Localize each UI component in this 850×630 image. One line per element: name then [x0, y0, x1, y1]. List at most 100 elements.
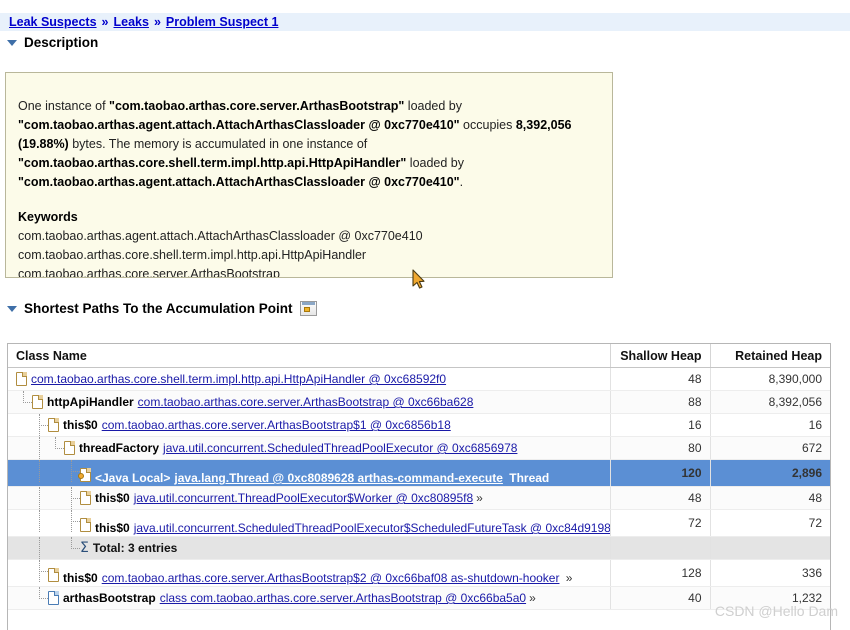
table-row[interactable]: this$0 java.util.concurrent.ThreadPoolExe… — [8, 486, 830, 510]
tree-guide-blank — [16, 537, 32, 559]
row-suffix: » — [476, 491, 483, 505]
tree-indent-guides — [16, 587, 48, 609]
class-reference-link[interactable]: com.taobao.arthas.core.server.ArthasBoot… — [102, 418, 451, 432]
desc-frag-4: bytes. The memory is accumulated in one … — [68, 137, 368, 151]
section-header-shortest-paths[interactable]: Shortest Paths To the Accumulation Point — [7, 301, 317, 316]
object-icon — [64, 441, 75, 455]
table-row[interactable]: this$0 com.taobao.arthas.core.server.Arth… — [8, 413, 830, 437]
class-reference-link[interactable]: com.taobao.arthas.core.shell.term.impl.h… — [31, 372, 446, 386]
tree-guide-ell — [16, 391, 32, 413]
class-reference-link[interactable]: com.taobao.arthas.core.server.ArthasBoot… — [138, 395, 474, 409]
column-header-shallow-heap[interactable]: Shallow Heap — [609, 344, 710, 368]
description-panel: One instance of "com.taobao.arthas.core.… — [5, 72, 613, 278]
cell-retained-heap: 48 — [709, 486, 830, 510]
table-row[interactable]: com.taobao.arthas.core.shell.term.impl.h… — [8, 367, 830, 391]
tree-guide-blank — [16, 437, 32, 459]
section-title-description: Description — [24, 35, 99, 50]
cell-class-name[interactable]: this$0 com.taobao.arthas.core.server.Arth… — [8, 413, 610, 437]
object-field-name: this$0 — [63, 418, 98, 432]
chevron-down-icon[interactable] — [7, 39, 17, 46]
class-reference-link[interactable]: java.util.concurrent.ScheduledThreadPool… — [163, 441, 517, 455]
section-title-shortest-paths: Shortest Paths To the Accumulation Point — [24, 301, 293, 316]
leak-suspects-report: Leak Suspects » Leaks » Problem Suspect … — [0, 0, 850, 630]
keyword-item: com.taobao.arthas.core.shell.term.impl.h… — [18, 248, 367, 262]
breadcrumb-item-leak-suspects[interactable]: Leak Suspects — [9, 15, 97, 29]
cell-class-name[interactable]: Σ Total: 3 entries — [8, 536, 610, 560]
table-row[interactable]: threadFactory java.util.concurrent.Schedu… — [8, 436, 830, 460]
tree-guide-blank — [48, 487, 64, 509]
object-field-name: httpApiHandler — [47, 395, 134, 409]
object-field-name: this$0 — [63, 571, 98, 585]
chevron-down-icon[interactable] — [7, 305, 17, 312]
tree-guide-pipe — [32, 510, 48, 532]
breadcrumb-item-problem-suspect-1[interactable]: Problem Suspect 1 — [166, 15, 279, 29]
breadcrumb-item-leaks[interactable]: Leaks — [114, 15, 149, 29]
breadcrumb-separator: » — [153, 15, 161, 29]
class-icon — [48, 591, 59, 605]
total-entries-label: Total: 3 entries — [92, 541, 178, 555]
cell-shallow-heap: 16 — [609, 413, 710, 437]
tree-guide-ell — [32, 587, 48, 609]
cell-retained-heap: 672 — [709, 436, 830, 460]
table-body: com.taobao.arthas.core.shell.term.impl.h… — [8, 367, 830, 610]
table-row[interactable]: this$0 com.taobao.arthas.core.server.Arth… — [8, 559, 830, 587]
cell-class-name[interactable]: arthasBootstrap class com.taobao.arthas.c… — [8, 586, 610, 610]
cell-class-name[interactable]: httpApiHandler com.taobao.arthas.core.ser… — [8, 390, 610, 414]
object-field-name: <Java Local> — [95, 471, 171, 485]
object-field-name: this$0 — [95, 491, 130, 505]
tree-guide-ell — [64, 537, 80, 559]
cell-class-name[interactable]: this$0 java.util.concurrent.ThreadPoolExe… — [8, 486, 610, 510]
desc-frag-6: . — [459, 175, 464, 189]
table-row[interactable]: Σ Total: 3 entries — [8, 536, 830, 560]
table-row[interactable]: httpApiHandler com.taobao.arthas.core.ser… — [8, 390, 830, 414]
table-row[interactable]: arthasBootstrap class com.taobao.arthas.c… — [8, 586, 830, 610]
desc-bold-5: "com.taobao.arthas.agent.attach.AttachAr… — [18, 175, 460, 189]
tree-indent-guides — [16, 460, 80, 482]
cell-retained-heap: 1,232 — [709, 586, 830, 610]
class-reference-link[interactable]: java.util.concurrent.ScheduledThreadPool… — [134, 521, 610, 535]
tree-guide-tee — [64, 510, 80, 532]
class-reference-link[interactable]: java.util.concurrent.ThreadPoolExecutor$… — [134, 491, 473, 505]
tree-indent-guides — [16, 487, 80, 509]
tree-guide-tee — [32, 414, 48, 436]
cell-shallow-heap: 128 — [609, 559, 710, 587]
cell-class-name[interactable]: threadFactory java.util.concurrent.Schedu… — [8, 436, 610, 460]
description-paragraph: One instance of "com.taobao.arthas.core.… — [18, 97, 600, 192]
tree-guide-blank — [16, 487, 32, 509]
tree-guide-blank — [16, 587, 32, 609]
tree-indent-guides — [16, 437, 64, 459]
cell-class-name[interactable]: com.taobao.arthas.core.shell.term.impl.h… — [8, 367, 610, 391]
cell-shallow-heap: 120 — [609, 459, 710, 487]
tree-guide-pipe — [32, 437, 48, 459]
column-header-class-name[interactable]: Class Name — [8, 344, 610, 368]
class-reference-link[interactable]: java.lang.Thread @ 0xc8089628 arthas-com… — [174, 471, 503, 485]
class-reference-link[interactable]: com.taobao.arthas.core.server.ArthasBoot… — [102, 571, 560, 585]
section-header-description[interactable]: Description — [7, 35, 98, 50]
object-icon — [80, 491, 91, 505]
class-reference-link[interactable]: class com.taobao.arthas.core.server.Arth… — [160, 591, 526, 605]
desc-frag-3: occupies — [459, 118, 516, 132]
cell-retained-heap: 336 — [709, 559, 830, 587]
open-in-editor-icon[interactable] — [299, 301, 317, 316]
table-row[interactable]: this$0 java.util.concurrent.ScheduledThre… — [8, 509, 830, 537]
cell-retained-heap: 2,896 — [709, 459, 830, 487]
cell-shallow-heap: 40 — [609, 586, 710, 610]
object-icon — [80, 518, 91, 532]
desc-bold-4: "com.taobao.arthas.core.shell.term.impl.… — [18, 156, 407, 170]
shortest-paths-table[interactable]: Class Name Shallow Heap Retained Heap co… — [7, 343, 831, 630]
tree-guide-pipe — [32, 537, 48, 559]
tree-guide-tee — [32, 560, 48, 582]
tree-indent-guides — [16, 510, 80, 532]
desc-frag-1: One instance of — [18, 99, 110, 113]
cell-class-name[interactable]: <Java Local> java.lang.Thread @ 0xc808962… — [8, 459, 610, 487]
tree-guide-blank — [16, 560, 32, 582]
cell-class-name[interactable]: this$0 com.taobao.arthas.core.server.Arth… — [8, 559, 610, 587]
table-row[interactable]: <Java Local> java.lang.Thread @ 0xc808962… — [8, 459, 830, 487]
column-header-retained-heap[interactable]: Retained Heap — [709, 344, 830, 368]
breadcrumb-separator: » — [101, 15, 109, 29]
cell-class-name[interactable]: this$0 java.util.concurrent.ScheduledThre… — [8, 509, 610, 537]
cell-shallow-heap: 48 — [609, 367, 710, 391]
tree-indent-guides — [16, 537, 80, 559]
tree-indent-guides — [16, 560, 48, 582]
keyword-item: com.taobao.arthas.core.server.ArthasBoot… — [18, 267, 280, 278]
